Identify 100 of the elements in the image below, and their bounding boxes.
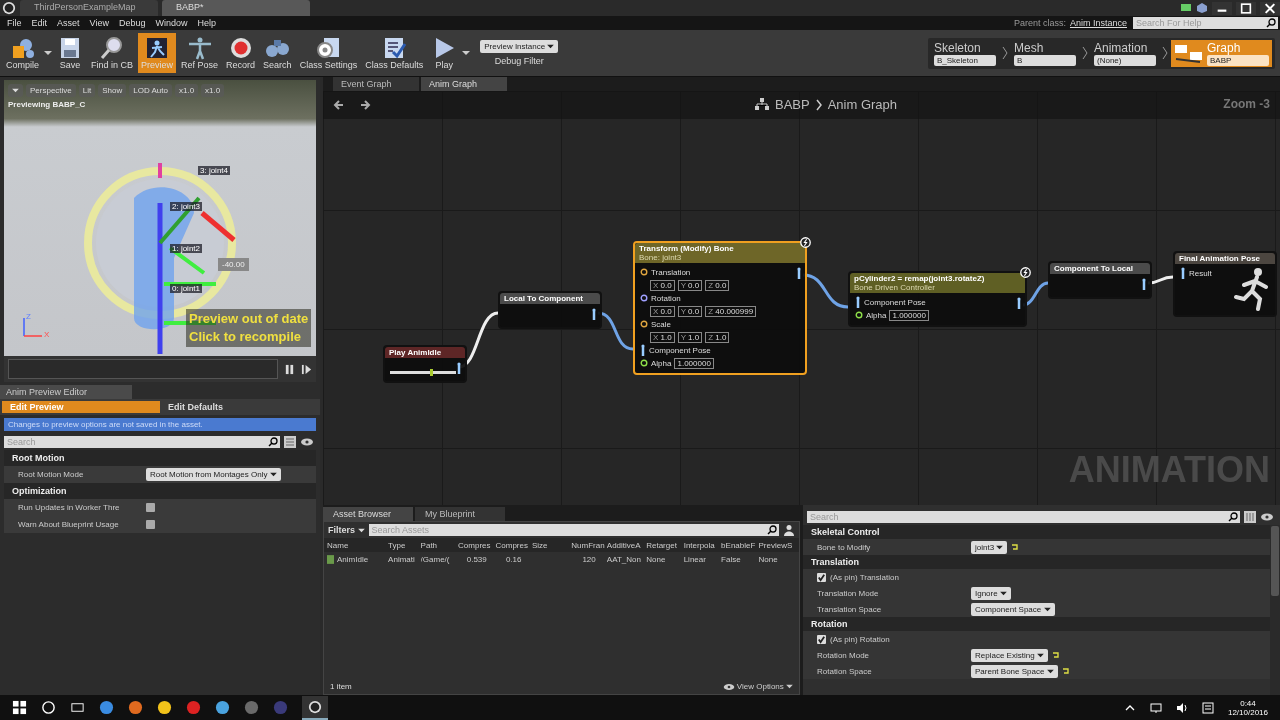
value-field[interactable]: 1.000000 bbox=[674, 357, 714, 369]
value-field[interactable]: X 0.0 bbox=[650, 279, 675, 291]
panel-tab[interactable]: My Blueprint bbox=[415, 507, 505, 522]
eye-icon[interactable] bbox=[300, 437, 316, 447]
property-dropdown[interactable]: Replace Existing bbox=[971, 648, 1048, 662]
checkbox[interactable] bbox=[146, 520, 155, 529]
taskbar-app-icon[interactable] bbox=[215, 700, 230, 715]
taskbar-app-icon[interactable] bbox=[128, 700, 143, 715]
value-field[interactable]: Y 0.0 bbox=[677, 305, 703, 317]
viewport-button[interactable]: Perspective bbox=[26, 84, 76, 97]
view-options-button[interactable]: View Options bbox=[722, 682, 793, 691]
toolbar-button[interactable]: Record bbox=[223, 33, 259, 73]
value-field[interactable]: Y 1.0 bbox=[677, 331, 703, 343]
menu-item[interactable]: Window bbox=[150, 18, 193, 28]
pause-icon[interactable] bbox=[284, 363, 295, 375]
document-tab[interactable]: ThirdPersonExampleMap bbox=[20, 0, 158, 16]
minimize-icon[interactable] bbox=[1212, 1, 1232, 15]
viewport-button[interactable]: LOD Auto bbox=[129, 84, 172, 97]
section-header[interactable]: Rotation bbox=[803, 617, 1270, 632]
column-header[interactable]: bEnableF bbox=[721, 540, 759, 550]
column-header[interactable]: Size bbox=[531, 540, 572, 550]
graph-tab[interactable]: Anim Graph bbox=[421, 77, 507, 91]
mode-tab[interactable]: Graph BABP bbox=[1171, 39, 1272, 67]
back-arrow-icon[interactable] bbox=[333, 99, 345, 111]
document-tab[interactable]: BABP* bbox=[162, 0, 310, 16]
edit-mode-tab[interactable]: Edit Defaults bbox=[160, 401, 318, 413]
toolbar-button[interactable]: Compile bbox=[3, 33, 42, 73]
mode-tab[interactable]: Skeleton B_Skeleton bbox=[931, 39, 999, 67]
timeline-track[interactable] bbox=[8, 359, 278, 379]
column-header[interactable]: Interpola bbox=[683, 540, 722, 550]
scrollbar[interactable] bbox=[1270, 525, 1280, 695]
menu-item[interactable]: File bbox=[2, 18, 27, 28]
value-field[interactable]: Y 0.0 bbox=[677, 279, 703, 291]
value-field[interactable]: Z 40.000999 bbox=[705, 305, 757, 317]
clock-time[interactable]: 0:44 bbox=[1240, 698, 1256, 708]
pose-pin-icon[interactable] bbox=[1180, 267, 1186, 279]
forward-arrow-icon[interactable] bbox=[359, 99, 371, 111]
panel-tab[interactable]: Asset Browser bbox=[323, 507, 413, 522]
pin-icon[interactable] bbox=[640, 268, 648, 276]
pin-icon[interactable] bbox=[640, 359, 648, 367]
graph-tab[interactable]: Event Graph bbox=[333, 77, 419, 91]
pose-pin-icon[interactable] bbox=[456, 362, 462, 374]
caret-icon[interactable] bbox=[462, 50, 471, 56]
property-dropdown[interactable]: Root Motion from Montages Only bbox=[146, 468, 281, 481]
search-icon[interactable] bbox=[41, 700, 56, 715]
value-field[interactable]: Z 0.0 bbox=[705, 279, 730, 291]
pose-pin-icon[interactable] bbox=[640, 344, 646, 356]
column-header[interactable]: Name bbox=[327, 540, 389, 550]
column-header[interactable]: Compres bbox=[458, 540, 496, 550]
start-icon[interactable] bbox=[12, 700, 27, 715]
toolbar-button[interactable]: Find in CB bbox=[88, 33, 137, 73]
menu-item[interactable]: Edit bbox=[26, 18, 53, 28]
toolbar-button[interactable]: Ref Pose bbox=[178, 33, 222, 73]
graph-node[interactable]: Local To Component bbox=[498, 291, 602, 329]
toolbar-button[interactable]: Search bbox=[260, 33, 295, 73]
cube-icon[interactable] bbox=[1196, 2, 1208, 14]
graph-node[interactable]: Final Animation Pose Result bbox=[1173, 251, 1277, 317]
network-icon[interactable] bbox=[1149, 701, 1162, 714]
viewport-button[interactable]: Show bbox=[98, 84, 127, 97]
pose-pin-icon[interactable] bbox=[855, 296, 861, 308]
column-header[interactable]: Path bbox=[420, 540, 459, 550]
mode-tab[interactable]: Animation (None) bbox=[1091, 39, 1159, 67]
section-header[interactable]: Skeletal Control bbox=[803, 525, 1270, 540]
menu-item[interactable]: Debug bbox=[113, 18, 151, 28]
section-header[interactable]: Translation bbox=[803, 555, 1270, 570]
pin-icon[interactable] bbox=[855, 311, 863, 319]
column-header[interactable]: Retarget bbox=[646, 540, 684, 550]
property-dropdown[interactable]: Parent Bone Space bbox=[971, 664, 1058, 678]
value-field[interactable]: X 1.0 bbox=[650, 331, 675, 343]
clock-date[interactable]: 12/10/2016 bbox=[1227, 707, 1268, 717]
eye-icon[interactable] bbox=[1260, 512, 1276, 523]
checkbox[interactable] bbox=[817, 572, 826, 582]
pose-pin-icon[interactable] bbox=[591, 308, 597, 320]
graph-node[interactable]: Play AnimIdle bbox=[383, 345, 467, 383]
pose-pin-icon[interactable] bbox=[796, 267, 802, 279]
pose-pin-icon[interactable] bbox=[1141, 278, 1147, 290]
viewport-button[interactable]: x1.0 bbox=[174, 84, 199, 97]
preview-warning-text[interactable]: Preview out of date bbox=[189, 310, 309, 328]
menu-item[interactable]: View bbox=[84, 18, 114, 28]
graph-node[interactable]: Component To Local bbox=[1048, 261, 1152, 299]
pin-icon[interactable] bbox=[640, 294, 648, 302]
viewport-menu-button[interactable] bbox=[8, 84, 23, 97]
caret-icon[interactable] bbox=[44, 50, 52, 56]
panel-tab[interactable]: Anim Preview Editor bbox=[0, 385, 132, 399]
taskbar-app-icon[interactable] bbox=[157, 700, 172, 715]
task-view-icon[interactable] bbox=[70, 700, 85, 715]
pose-pin-icon[interactable] bbox=[1016, 297, 1022, 309]
speaker-icon[interactable] bbox=[1175, 701, 1188, 714]
checkbox[interactable] bbox=[146, 503, 155, 512]
toolbar-button[interactable]: Play bbox=[428, 33, 461, 73]
step-forward-icon[interactable] bbox=[301, 363, 312, 375]
filters-dropdown[interactable]: Filters bbox=[328, 525, 365, 536]
toolbar-button[interactable]: Save bbox=[54, 33, 86, 73]
value-field[interactable]: X 0.0 bbox=[650, 305, 675, 317]
menu-item[interactable]: Asset bbox=[52, 18, 85, 28]
section-header[interactable]: Root Motion bbox=[4, 450, 316, 466]
chat-icon[interactable] bbox=[1180, 2, 1192, 14]
notification-icon[interactable] bbox=[1201, 701, 1214, 714]
viewport-button[interactable]: x1.0 bbox=[201, 84, 225, 97]
breadcrumb-item[interactable]: BABP bbox=[775, 97, 810, 112]
